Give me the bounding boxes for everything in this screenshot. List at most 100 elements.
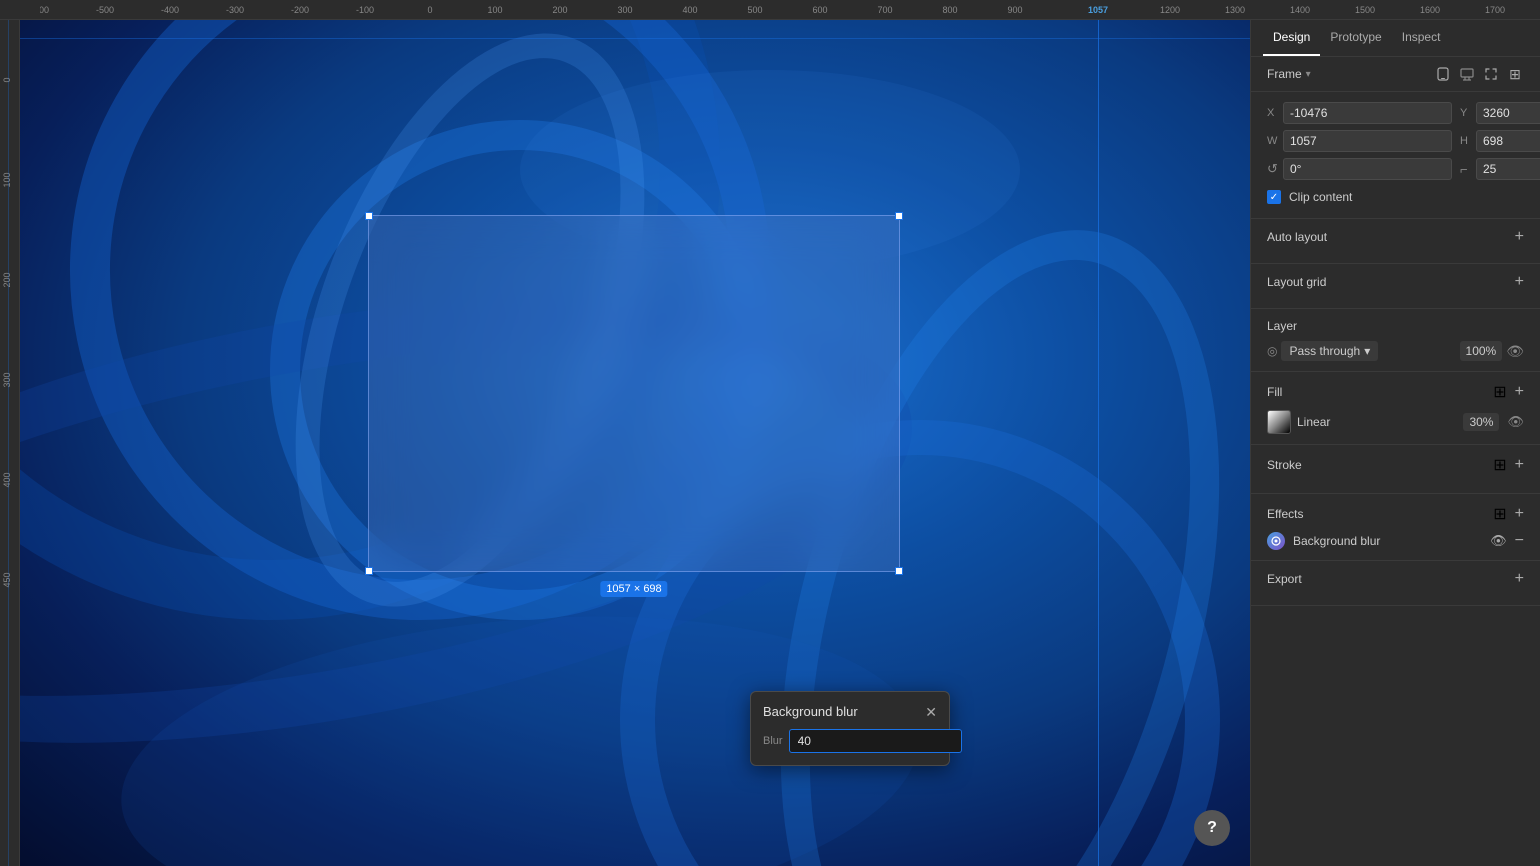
fill-add[interactable]: +	[1515, 384, 1524, 400]
rotation-input[interactable]	[1283, 158, 1452, 180]
fill-type-label: Linear	[1297, 415, 1330, 429]
handle-bottom-left[interactable]	[365, 567, 373, 575]
stroke-icons: ⊞ +	[1493, 455, 1524, 475]
radius-field: ⌐ ⊞	[1460, 158, 1540, 180]
effect-visibility-toggle[interactable]: 👁	[1490, 533, 1507, 549]
y-input[interactable]	[1476, 102, 1540, 124]
canvas-x-marker	[1098, 20, 1099, 866]
ruler-tick: 600	[812, 5, 827, 15]
h-label: H	[1460, 135, 1472, 147]
ruler-tick: 1500	[1355, 5, 1375, 15]
x-field: X	[1267, 102, 1452, 124]
stroke-add[interactable]: +	[1515, 457, 1524, 473]
layout-grid-section: Layout grid +	[1251, 264, 1540, 309]
canvas-area[interactable]: 1057 × 698 Background blur ✕ Blur ?	[20, 20, 1250, 866]
effects-add[interactable]: +	[1515, 506, 1524, 522]
fill-type-swatch[interactable]	[1267, 410, 1291, 434]
layout-grid-title: Layout grid	[1267, 275, 1326, 289]
export-title: Export	[1267, 572, 1302, 586]
bg-blur-popup: Background blur ✕ Blur	[750, 691, 950, 766]
auto-layout-section: Auto layout +	[1251, 219, 1540, 264]
frame-label[interactable]: Frame ▾	[1267, 67, 1311, 81]
fill-icons: ⊞ +	[1493, 382, 1524, 402]
auto-layout-add[interactable]: +	[1515, 229, 1524, 245]
ruler-numbers: -600 -500 -400 -300 -200 -100 0 100 200 …	[40, 0, 1540, 19]
rotation-row: ↺ ⌐ ⊞	[1267, 158, 1524, 180]
ruler-tick: 700	[877, 5, 892, 15]
bg-blur-title: Background blur	[763, 704, 858, 719]
frame-section-header: Frame ▾	[1251, 57, 1540, 92]
ruler-tick: -600	[40, 5, 49, 15]
ruler-tick: -100	[356, 5, 374, 15]
x-input[interactable]	[1283, 102, 1452, 124]
frame-dropdown-chevron: ▾	[1306, 69, 1311, 80]
auto-layout-title: Auto layout	[1267, 230, 1327, 244]
bg-blur-close-button[interactable]: ✕	[925, 705, 937, 719]
fill-opacity-value[interactable]: 30%	[1463, 413, 1499, 431]
fill-visibility-toggle[interactable]: 👁	[1507, 414, 1524, 430]
h-field: H ⛓	[1460, 130, 1540, 152]
tab-inspect[interactable]: Inspect	[1392, 20, 1451, 56]
clip-content-row: Clip content	[1267, 186, 1524, 208]
dimension-label: 1057 × 698	[600, 581, 667, 597]
bg-blur-field: Blur	[763, 729, 937, 753]
selected-frame[interactable]: 1057 × 698	[368, 215, 900, 572]
layer-opacity-value[interactable]: 100%	[1460, 341, 1503, 361]
frame-icon-desktop[interactable]	[1458, 65, 1476, 83]
ruler-tick: 0	[427, 5, 432, 15]
effect-controls: 👁 −	[1490, 533, 1524, 549]
handle-bottom-right[interactable]	[895, 567, 903, 575]
effect-remove-button[interactable]: −	[1515, 533, 1524, 549]
effect-name-label[interactable]: Background blur	[1293, 534, 1482, 548]
stroke-section: Stroke ⊞ +	[1251, 445, 1540, 494]
radius-label: ⌐	[1460, 162, 1472, 177]
fill-header: Fill ⊞ +	[1267, 382, 1524, 402]
layer-mode-dropdown[interactable]: Pass through ▾	[1281, 341, 1378, 361]
ruler-tick: -500	[96, 5, 114, 15]
fill-grid-icon[interactable]: ⊞	[1493, 382, 1506, 402]
layer-section: Layer ◎ Pass through ▾ 100% 👁	[1251, 309, 1540, 372]
layout-grid-add[interactable]: +	[1515, 274, 1524, 290]
panel-tabs: Design Prototype Inspect	[1251, 20, 1540, 57]
handle-top-left[interactable]	[365, 212, 373, 220]
left-ruler: 0 100 200 300 400 450	[0, 20, 20, 866]
frame-icon-resize[interactable]	[1482, 65, 1500, 83]
ruler-tick: 1400	[1290, 5, 1310, 15]
layer-mode-chevron: ▾	[1364, 344, 1370, 358]
ruler-tick: 1300	[1225, 5, 1245, 15]
layer-visibility-toggle[interactable]: 👁	[1506, 343, 1524, 360]
export-add[interactable]: +	[1515, 571, 1524, 587]
frame-icon-phone[interactable]	[1434, 65, 1452, 83]
stroke-grid-icon[interactable]: ⊞	[1493, 455, 1506, 475]
main-area: 0 100 200 300 400 450	[0, 20, 1540, 866]
properties-section: X Y W H ⛓	[1251, 92, 1540, 219]
export-section: Export +	[1251, 561, 1540, 606]
help-button[interactable]: ?	[1194, 810, 1230, 846]
x-label: X	[1267, 107, 1279, 119]
tab-prototype[interactable]: Prototype	[1320, 20, 1391, 56]
ruler-tick: 900	[1007, 5, 1022, 15]
ruler-tick: 1700	[1485, 5, 1505, 15]
tab-design[interactable]: Design	[1263, 20, 1320, 56]
w-input[interactable]	[1283, 130, 1452, 152]
stroke-header: Stroke ⊞ +	[1267, 455, 1524, 475]
ruler-tick: 1600	[1420, 5, 1440, 15]
ruler-tick-active: 1057	[1088, 5, 1108, 15]
effects-grid-icon[interactable]: ⊞	[1493, 504, 1506, 524]
h-input[interactable]	[1476, 130, 1540, 152]
export-header: Export +	[1267, 571, 1524, 587]
bg-blur-header: Background blur ✕	[763, 704, 937, 719]
fill-section: Fill ⊞ + Linear 30% 👁	[1251, 372, 1540, 445]
clip-content-checkbox[interactable]	[1267, 190, 1281, 204]
ruler-tick: -200	[291, 5, 309, 15]
layer-opacity: 100% 👁	[1460, 341, 1524, 361]
effect-type-icon[interactable]	[1267, 532, 1285, 550]
ruler-tick: 400	[682, 5, 697, 15]
handle-top-right[interactable]	[895, 212, 903, 220]
rotation-label: ↺	[1267, 161, 1279, 177]
effects-header: Effects ⊞ +	[1267, 504, 1524, 524]
frame-icon-extra[interactable]: ⊞	[1506, 65, 1524, 83]
radius-input[interactable]	[1476, 158, 1540, 180]
blur-input[interactable]	[789, 729, 962, 753]
effect-row-bg-blur: Background blur 👁 −	[1267, 532, 1524, 550]
